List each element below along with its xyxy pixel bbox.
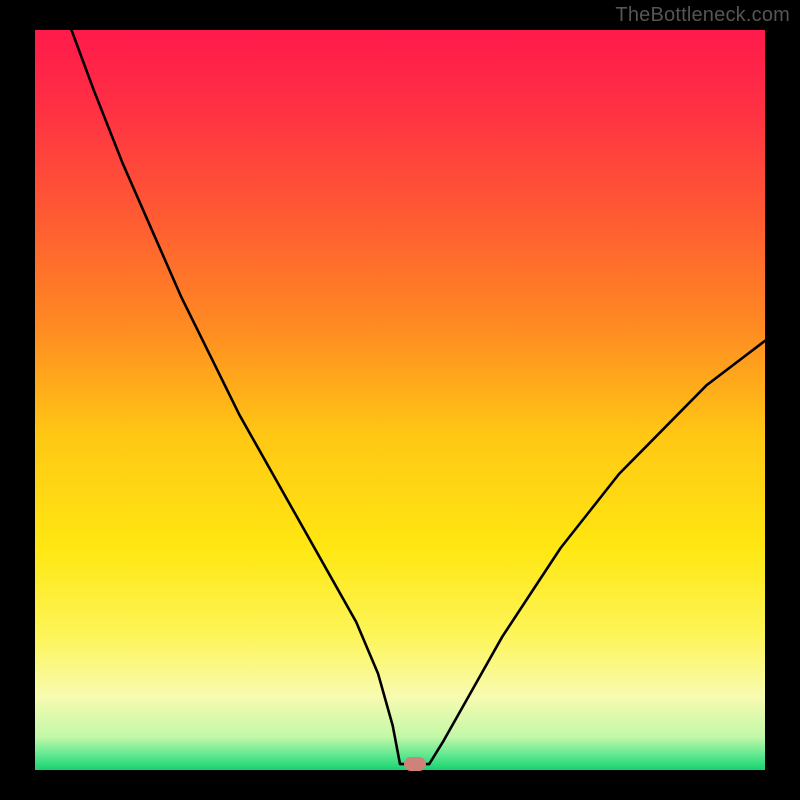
- plot-area: [35, 30, 765, 770]
- watermark-text: TheBottleneck.com: [615, 4, 790, 27]
- chart-background: [35, 30, 765, 770]
- optimal-point-marker: [404, 757, 426, 771]
- chart-frame: TheBottleneck.com: [0, 0, 800, 800]
- chart-svg: [35, 30, 765, 770]
